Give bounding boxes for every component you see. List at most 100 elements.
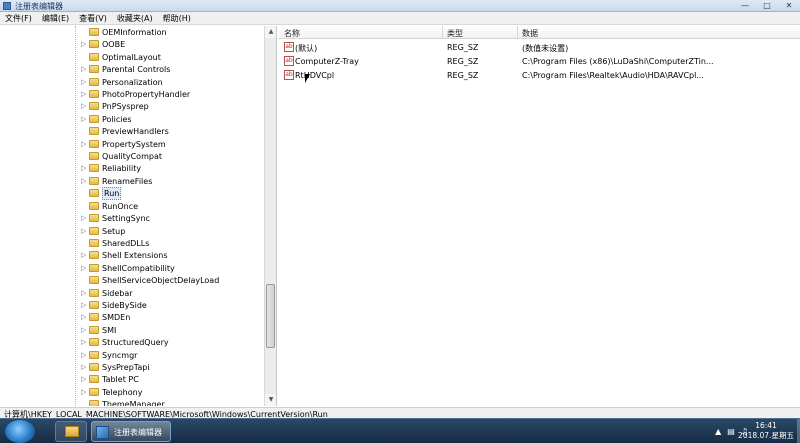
taskbar-explorer-button[interactable]: [55, 421, 87, 442]
expand-arrow-icon[interactable]: ▷: [81, 388, 86, 396]
expand-arrow-icon[interactable]: ▷: [81, 103, 86, 110]
menu-favorites[interactable]: 收藏夹(A): [112, 12, 158, 24]
folder-icon: [65, 426, 79, 437]
expand-arrow-icon[interactable]: ▷: [81, 326, 86, 334]
tree-node-label: Setup: [102, 226, 126, 236]
taskbar-regedit-button[interactable]: 注册表编辑器: [91, 421, 171, 442]
expand-arrow-icon[interactable]: ▷: [81, 41, 86, 48]
tree-node[interactable]: ▷ PnPSysprep: [0, 100, 265, 112]
close-button[interactable]: ✕: [782, 1, 796, 10]
value-data: C:\Program Files (x86)\LuDaShi\ComputerZ…: [522, 57, 714, 66]
maximize-button[interactable]: □: [760, 1, 774, 10]
expand-arrow-icon[interactable]: ▷: [81, 177, 86, 185]
tree-node[interactable]: ▷ Tablet PC: [0, 373, 265, 385]
menu-help[interactable]: 帮助(H): [158, 12, 196, 24]
tree-node[interactable]: RunOnce: [0, 200, 265, 212]
expand-arrow-icon[interactable]: ▷: [81, 140, 86, 148]
scroll-thumb[interactable]: [266, 284, 275, 348]
value-row[interactable]: ab ComputerZ-Tray REG_SZ C:\Program File…: [279, 55, 800, 68]
tree-node[interactable]: ▷ Setup: [0, 225, 265, 237]
value-row[interactable]: ab (默认) REG_SZ (数值未设置): [279, 41, 800, 54]
tree-node-label: Run: [102, 187, 122, 201]
tree-node[interactable]: ▷ Personalization: [0, 76, 265, 88]
tree-node[interactable]: OptimalLayout: [0, 51, 265, 63]
tree-node[interactable]: ▷ RenameFiles: [0, 175, 265, 187]
expand-arrow-icon[interactable]: ▷: [81, 351, 86, 359]
value-row[interactable]: ab RtHDVCpl REG_SZ C:\Program Files\Real…: [279, 69, 800, 82]
folder-icon: [89, 288, 99, 297]
tree-node-label: PnPSysprep: [102, 102, 149, 112]
windows-start-icon[interactable]: [5, 420, 35, 443]
column-divider[interactable]: [517, 26, 518, 39]
tree-node[interactable]: ▷ SettingSync: [0, 212, 265, 224]
expand-arrow-icon[interactable]: ▷: [81, 252, 86, 259]
taskbar: 注册表编辑器 ▲ ▤ ♫ 16:41 2018.07.星期五: [0, 418, 800, 443]
tree-node[interactable]: ▷ OOBE: [0, 38, 265, 50]
column-header-type[interactable]: 类型: [447, 28, 463, 39]
expand-arrow-icon[interactable]: ▷: [81, 363, 86, 371]
menu-view[interactable]: 查看(V): [74, 12, 112, 24]
scroll-down-arrow-icon[interactable]: ▼: [265, 394, 276, 406]
expand-arrow-icon[interactable]: ▷: [81, 215, 86, 222]
tree-node[interactable]: ▷ ShellCompatibility: [0, 262, 265, 274]
minimize-button[interactable]: —: [738, 1, 752, 10]
tree-node[interactable]: ▷ Sidebar: [0, 287, 265, 299]
expand-arrow-icon[interactable]: ▷: [81, 78, 86, 86]
tree-node[interactable]: ▷ PropertySystem: [0, 138, 265, 150]
menu-edit[interactable]: 编辑(E): [37, 12, 74, 24]
registry-tree[interactable]: OEMInformation ▷ OOBE OptimalLayout ▷ Parenta…: [0, 26, 277, 406]
tree-node[interactable]: ▷ Syncmgr: [0, 349, 265, 361]
expand-arrow-icon[interactable]: ▷: [81, 66, 86, 73]
network-icon[interactable]: ▤: [727, 427, 735, 436]
tray-expand-icon[interactable]: ▲: [715, 427, 721, 436]
tree-scrollbar[interactable]: ▲ ▼: [264, 26, 276, 406]
values-list[interactable]: 名称 类型 数据 ab (默认) REG_SZ (数值未设置) ab Compu…: [279, 26, 800, 406]
tree-node[interactable]: QualityCompat: [0, 150, 265, 162]
tree-node[interactable]: ▷ Reliability: [0, 162, 265, 174]
tree-node[interactable]: SharedDLLs: [0, 237, 265, 249]
folder-icon: [89, 189, 99, 198]
expand-arrow-icon[interactable]: ▷: [81, 301, 86, 309]
tree-node[interactable]: ▷ Parental Controls: [0, 63, 265, 75]
tree-node-label: Sidebar: [102, 288, 133, 298]
expand-arrow-icon[interactable]: ▷: [81, 91, 86, 98]
expand-arrow-icon[interactable]: ▷: [81, 289, 86, 297]
expand-arrow-icon[interactable]: ▷: [81, 314, 86, 321]
tree-node[interactable]: ▷ SMDEn: [0, 311, 265, 323]
folder-icon: [89, 201, 99, 210]
tree-node[interactable]: ▷ Telephony: [0, 386, 265, 398]
column-header-name[interactable]: 名称: [284, 28, 300, 39]
tree-node[interactable]: OEMInformation: [0, 26, 265, 38]
folder-icon: [89, 52, 99, 61]
tree-node[interactable]: Run: [0, 187, 265, 201]
tree-node[interactable]: ▷ SMI: [0, 324, 265, 336]
tree-node[interactable]: ▷ Policies: [0, 113, 265, 125]
tree-node-label: OEMInformation: [102, 28, 167, 37]
expand-arrow-icon[interactable]: ▷: [81, 115, 86, 123]
expand-arrow-icon[interactable]: ▷: [81, 227, 86, 235]
tree-node[interactable]: ▷ PhotoPropertyHandler: [0, 88, 265, 100]
column-header-data[interactable]: 数据: [522, 28, 538, 39]
expand-arrow-icon[interactable]: ▷: [81, 376, 86, 383]
expand-arrow-icon[interactable]: ▷: [81, 264, 86, 272]
expand-arrow-icon[interactable]: ▷: [81, 339, 86, 346]
tree-node[interactable]: ▷ StructuredQuery: [0, 336, 265, 348]
menu-file[interactable]: 文件(F): [0, 12, 37, 24]
expand-arrow-icon[interactable]: ▷: [81, 165, 86, 172]
tree-node[interactable]: ThemeManager: [0, 398, 265, 406]
clock[interactable]: 16:41 2018.07.星期五: [736, 421, 796, 441]
tree-node-label: OOBE: [102, 40, 126, 50]
tree-node[interactable]: ▷ SysPrepTapi: [0, 361, 265, 373]
tree-node[interactable]: ▷ Shell Extensions: [0, 249, 265, 261]
tree-node[interactable]: PreviewHandlers: [0, 125, 265, 137]
scroll-up-arrow-icon[interactable]: ▲: [265, 26, 276, 38]
tree-node-label: PropertySystem: [102, 139, 166, 149]
folder-icon: [89, 226, 99, 235]
tree-node[interactable]: ShellServiceObjectDelayLoad: [0, 274, 265, 286]
tree-node[interactable]: ▷ SideBySide: [0, 299, 265, 311]
tree-node-label: Syncmgr: [102, 350, 138, 360]
column-divider[interactable]: [442, 26, 443, 39]
tree-node-label: OptimalLayout: [102, 52, 161, 62]
folder-icon: [89, 28, 99, 36]
tree-node-label: Personalization: [102, 77, 163, 87]
